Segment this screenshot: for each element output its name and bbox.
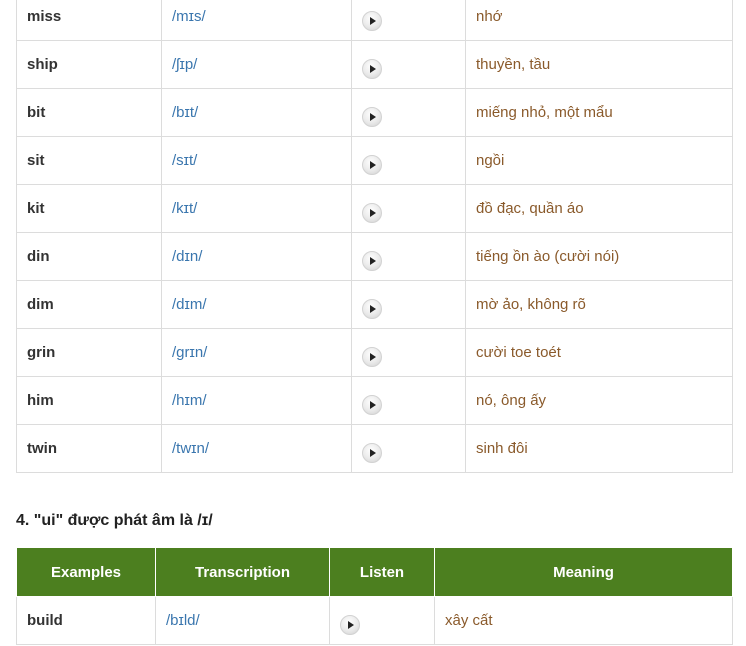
transcription: /kɪt/ xyxy=(161,184,352,233)
listen-cell xyxy=(351,88,466,137)
meaning: ngồi xyxy=(465,136,733,185)
table-row: bit /bɪt/ miếng nhỏ, một mẩu xyxy=(16,88,733,137)
table-row: sit /sɪt/ ngồi xyxy=(16,136,733,185)
play-button-icon[interactable] xyxy=(362,346,382,367)
example-word: din xyxy=(16,232,162,281)
meaning: mờ ảo, không rõ xyxy=(465,280,733,329)
play-button-icon[interactable] xyxy=(362,10,382,31)
meaning: đồ đạc, quần áo xyxy=(465,184,733,233)
play-button-icon[interactable] xyxy=(362,442,382,463)
play-button-icon[interactable] xyxy=(362,58,382,79)
transcription: /hɪm/ xyxy=(161,376,352,425)
listen-cell xyxy=(351,328,466,377)
example-word: kit xyxy=(16,184,162,233)
transcription: /grɪn/ xyxy=(161,328,352,377)
play-button-icon[interactable] xyxy=(340,614,360,635)
listen-cell xyxy=(351,280,466,329)
play-button-icon[interactable] xyxy=(362,394,382,415)
table-row: twin /twɪn/ sinh đôi xyxy=(16,424,733,473)
meaning: nó, ông ấy xyxy=(465,376,733,425)
vocabulary-table-section-4: Examples Transcription Listen Meaning bu… xyxy=(16,547,733,645)
column-header-listen: Listen xyxy=(329,547,435,597)
transcription: /mɪs/ xyxy=(161,0,352,41)
vocabulary-table-section-3: miss /mɪs/ nhớ ship /ʃɪp/ thuyền, tầu bi… xyxy=(16,0,733,473)
example-word: dim xyxy=(16,280,162,329)
listen-cell xyxy=(351,184,466,233)
table-row: grin /grɪn/ cười toe toét xyxy=(16,328,733,377)
listen-cell xyxy=(351,0,466,41)
table-row: ship /ʃɪp/ thuyền, tầu xyxy=(16,40,733,89)
transcription: /bɪld/ xyxy=(155,596,330,645)
example-word: ship xyxy=(16,40,162,89)
transcription: /twɪn/ xyxy=(161,424,352,473)
listen-cell xyxy=(351,136,466,185)
meaning: tiếng ồn ào (cười nói) xyxy=(465,232,733,281)
listen-cell xyxy=(351,424,466,473)
section-heading: 4. "ui" được phát âm là /ɪ/ xyxy=(16,512,213,529)
listen-cell xyxy=(351,376,466,425)
play-button-icon[interactable] xyxy=(362,298,382,319)
example-word: miss xyxy=(16,0,162,41)
transcription: /dɪn/ xyxy=(161,232,352,281)
example-word: sit xyxy=(16,136,162,185)
table-row: dim /dɪm/ mờ ảo, không rõ xyxy=(16,280,733,329)
column-header-transcription: Transcription xyxy=(155,547,330,597)
play-button-icon[interactable] xyxy=(362,154,382,175)
table-header-row: Examples Transcription Listen Meaning xyxy=(16,547,733,597)
table-row: him /hɪm/ nó, ông ấy xyxy=(16,376,733,425)
meaning: miếng nhỏ, một mẩu xyxy=(465,88,733,137)
transcription: /bɪt/ xyxy=(161,88,352,137)
meaning: xây cất xyxy=(434,596,733,645)
meaning: sinh đôi xyxy=(465,424,733,473)
meaning: thuyền, tầu xyxy=(465,40,733,89)
table-row: build /bɪld/ xây cất xyxy=(16,596,733,645)
example-word: bit xyxy=(16,88,162,137)
listen-cell xyxy=(329,596,435,645)
listen-cell xyxy=(351,232,466,281)
column-header-meaning: Meaning xyxy=(434,547,733,597)
table-row: miss /mɪs/ nhớ xyxy=(16,0,733,41)
example-word: him xyxy=(16,376,162,425)
transcription: /ʃɪp/ xyxy=(161,40,352,89)
play-button-icon[interactable] xyxy=(362,202,382,223)
meaning: nhớ xyxy=(465,0,733,41)
listen-cell xyxy=(351,40,466,89)
transcription: /sɪt/ xyxy=(161,136,352,185)
table-row: din /dɪn/ tiếng ồn ào (cười nói) xyxy=(16,232,733,281)
example-word: twin xyxy=(16,424,162,473)
play-button-icon[interactable] xyxy=(362,250,382,271)
example-word: grin xyxy=(16,328,162,377)
play-button-icon[interactable] xyxy=(362,106,382,127)
column-header-examples: Examples xyxy=(16,547,156,597)
table-row: kit /kɪt/ đồ đạc, quần áo xyxy=(16,184,733,233)
meaning: cười toe toét xyxy=(465,328,733,377)
transcription: /dɪm/ xyxy=(161,280,352,329)
example-word: build xyxy=(16,596,156,645)
